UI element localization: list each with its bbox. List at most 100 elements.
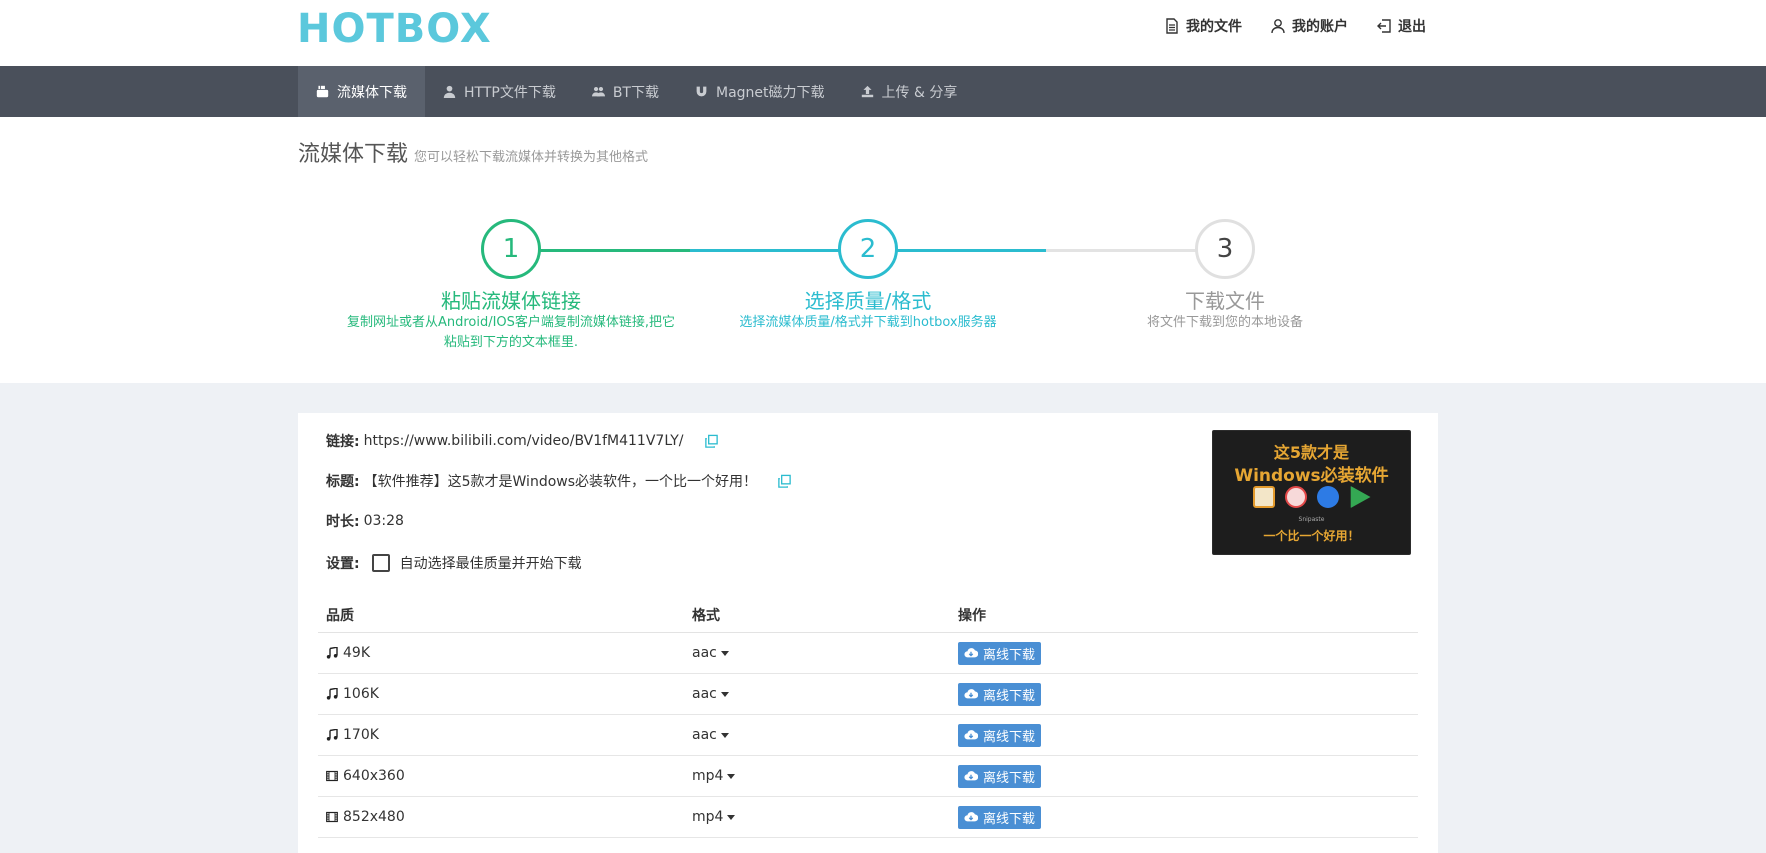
- thumbnail-line3: 一个比一个好用！: [1263, 529, 1360, 543]
- header-format: 格式: [684, 598, 950, 633]
- copy-link-icon[interactable]: [704, 434, 719, 449]
- step-2-circle: 2: [838, 219, 898, 279]
- button-label: 离线下载: [983, 729, 1036, 745]
- step-3-title: 下载文件: [1185, 289, 1265, 313]
- format-value: aac: [692, 727, 717, 743]
- hotbox-logo[interactable]: HOTBOX: [297, 6, 492, 52]
- stream-info-card: 链接: https://www.bilibili.com/video/BV1fM…: [298, 413, 1438, 853]
- step-1-desc-line2: 粘贴到下方的文本框里.: [443, 335, 579, 350]
- tab-bt-download[interactable]: BT下载: [574, 66, 677, 117]
- offline-download-button[interactable]: 离线下载: [958, 764, 1042, 788]
- step-number: 2: [859, 234, 877, 264]
- tab-label: HTTP文件下载: [464, 84, 556, 101]
- logout-link[interactable]: 退出: [1376, 16, 1426, 36]
- caret-down-icon: [727, 814, 736, 820]
- cloud-download-icon: [964, 812, 978, 822]
- copy-title-icon[interactable]: [777, 474, 792, 489]
- table-row: 106K aac 离线下载: [318, 673, 1418, 715]
- format-dropdown[interactable]: aac: [692, 686, 729, 702]
- title-value: 【软件推荐】这5款才是Windows必装软件，一个比一个好用！: [363, 474, 758, 490]
- step-3-circle: 3: [1195, 219, 1255, 279]
- users-icon: [591, 86, 605, 97]
- link-label: 链接:: [326, 434, 360, 450]
- thumbnail-tiny-text: Snipaste: [1298, 516, 1325, 523]
- format-dropdown[interactable]: aac: [692, 727, 729, 743]
- tab-http-download[interactable]: HTTP文件下载: [425, 66, 574, 117]
- cloud-download-icon: [964, 730, 978, 740]
- format-dropdown[interactable]: aac: [692, 645, 729, 661]
- table-row: 640x360 mp4 离线下载: [318, 755, 1418, 797]
- logout-label: 退出: [1398, 19, 1426, 35]
- offline-download-button[interactable]: 离线下载: [958, 723, 1042, 747]
- step-3-desc: 将文件下载到您的本地设备: [1146, 315, 1303, 330]
- top-links: 我的文件 我的账户 退出: [1164, 16, 1426, 36]
- table-header-row: 品质 格式 操作: [318, 598, 1418, 633]
- step-1-desc-line1: 复制网址或者从Android/IOS客户端复制流媒体链接,把它: [346, 315, 676, 330]
- step-2-desc: 选择流媒体质量/格式并下载到hotbox服务器: [739, 315, 997, 330]
- step-number: 3: [1216, 234, 1234, 264]
- tab-stream-download[interactable]: 流媒体下载: [298, 66, 425, 117]
- duration-value: 03:28: [363, 513, 404, 529]
- play-app-icon: [1350, 486, 1371, 508]
- link-row: 链接: https://www.bilibili.com/video/BV1fM…: [326, 431, 719, 451]
- top-header: HOTBOX 我的文件 我的账户 退出: [0, 0, 1766, 66]
- header-quality: 品质: [318, 598, 684, 633]
- auto-select-checkbox[interactable]: [371, 554, 390, 572]
- settings-row: 设置: 自动选择最佳质量并开始下载: [326, 553, 582, 573]
- user-icon: [1271, 19, 1285, 34]
- my-account-link[interactable]: 我的账户: [1270, 16, 1348, 36]
- tab-label: 流媒体下载: [337, 84, 407, 101]
- caret-down-icon: [720, 691, 729, 697]
- my-account-label: 我的账户: [1292, 19, 1348, 35]
- thumbnail-app-icons: [1213, 486, 1410, 508]
- header-action: 操作: [950, 598, 1418, 633]
- step-1-desc: 复制网址或者从Android/IOS客户端复制流媒体链接,把它 粘贴到下方的文本…: [331, 313, 691, 353]
- quality-table: 品质 格式 操作 49K aac 离线下载 106K aac 离线下载 170K…: [318, 598, 1418, 838]
- offline-download-button[interactable]: 离线下载: [958, 682, 1042, 706]
- title-row: 标题: 【软件推荐】这5款才是Windows必装软件，一个比一个好用！: [326, 471, 792, 491]
- auto-select-label[interactable]: 自动选择最佳质量并开始下载: [400, 553, 582, 573]
- step-2-title: 选择质量/格式: [804, 289, 932, 313]
- offline-download-button[interactable]: 离线下载: [958, 641, 1042, 665]
- tab-magnet-download[interactable]: Magnet磁力下载: [677, 66, 843, 117]
- format-value: aac: [692, 645, 717, 661]
- format-dropdown[interactable]: mp4: [692, 768, 736, 784]
- quality-value: 49K: [343, 645, 370, 661]
- main-nav: 流媒体下载 HTTP文件下载 BT下载 Magnet磁力下载 上传 & 分享: [0, 66, 1766, 117]
- my-files-link[interactable]: 我的文件: [1164, 16, 1242, 36]
- button-label: 离线下载: [983, 770, 1036, 786]
- thumbnail-line1: 这5款才是: [1273, 443, 1350, 462]
- table-row: 170K aac 离线下载: [318, 714, 1418, 756]
- music-note-icon: [326, 647, 338, 659]
- film-icon: [326, 811, 338, 823]
- quality-value: 852x480: [343, 809, 405, 825]
- upload-icon: [861, 85, 873, 98]
- offline-download-button[interactable]: 离线下载: [958, 805, 1042, 829]
- magnet-icon: [696, 86, 707, 97]
- quality-value: 106K: [343, 686, 379, 702]
- video-thumbnail: 这5款才是 Windows必装软件 Snipaste 一个比一个好用！: [1212, 430, 1411, 555]
- format-dropdown[interactable]: mp4: [692, 809, 736, 825]
- step-1-title: 粘贴流媒体链接: [441, 289, 581, 313]
- caret-down-icon: [720, 650, 729, 656]
- duration-row: 时长: 03:28: [326, 511, 404, 531]
- tab-label: 上传 & 分享: [881, 84, 958, 101]
- format-value: mp4: [692, 809, 724, 825]
- file-icon: [1166, 18, 1178, 34]
- button-label: 离线下载: [983, 688, 1036, 704]
- thumbnail-line2: Windows必装软件: [1234, 466, 1389, 486]
- my-files-label: 我的文件: [1186, 19, 1242, 35]
- film-icon: [326, 770, 338, 782]
- format-value: aac: [692, 686, 717, 702]
- caret-down-icon: [720, 732, 729, 738]
- quality-value: 640x360: [343, 768, 405, 784]
- music-note-icon: [326, 688, 338, 700]
- tab-upload-share[interactable]: 上传 & 分享: [843, 66, 976, 117]
- music-note-icon: [326, 729, 338, 741]
- quality-value: 170K: [343, 727, 379, 743]
- format-value: mp4: [692, 768, 724, 784]
- button-label: 离线下载: [983, 647, 1036, 663]
- lightning-app-icon: [1316, 486, 1339, 508]
- youtube-icon: [316, 85, 329, 98]
- button-label: 离线下载: [983, 811, 1036, 827]
